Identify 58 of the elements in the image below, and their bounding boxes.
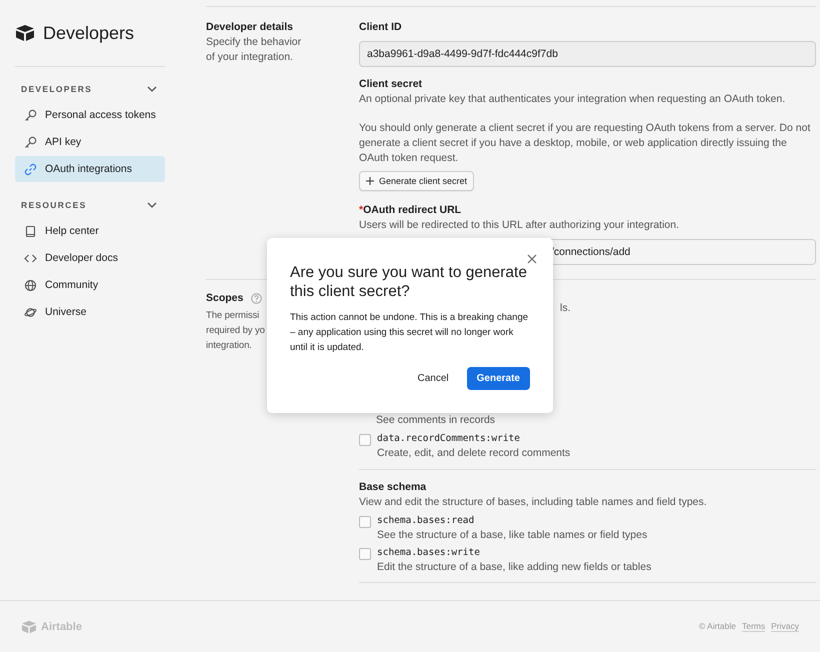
section-description: ls.: [559, 301, 572, 316]
logo-icon: [15, 24, 35, 42]
planet-icon: [24, 306, 37, 318]
book-icon: [24, 224, 37, 238]
sidebar-item[interactable]: Universe: [15, 299, 165, 325]
copyright-text: © Airtable: [699, 621, 736, 632]
scope-description: See the structure of a base, like table names or field types: [377, 528, 648, 542]
section-description: required by yo: [206, 325, 265, 336]
scope-name: schema.bases:write: [377, 546, 481, 560]
globe-icon: [24, 278, 37, 292]
section-heading: DEVELOPERS: [21, 84, 92, 94]
sidebar-title: Developers: [43, 22, 134, 44]
checkbox[interactable]: [359, 548, 371, 560]
sidebar-item[interactable]: Community: [15, 272, 165, 298]
section-heading: RESOURCES: [21, 200, 87, 210]
section-description: integration.: [206, 340, 252, 351]
section-description: The permissi: [206, 310, 260, 321]
sidebar-item[interactable]: Help center: [15, 218, 165, 244]
footer-logo-text: Airtable: [41, 620, 82, 632]
scope-description: See comments in records: [375, 413, 496, 428]
scope-name: data.recordComments:write: [377, 432, 521, 446]
key-icon: [24, 136, 37, 148]
field-label: Client ID: [359, 20, 403, 35]
generate-secret-button[interactable]: Generate client secret: [359, 171, 474, 191]
generate-button[interactable]: Generate: [466, 367, 530, 390]
field-note: You should only generate a client secret if you are requesting OAuth tokens from a server. Do not generate a client secret if you have a desktop, mobile, or web application directly issuing the OAuth token request.: [359, 121, 812, 166]
code-icon: [24, 252, 37, 264]
required-asterisk: *: [359, 203, 364, 218]
group-description: View and edit the structure of bases, including table names and field types.: [359, 495, 708, 510]
sidebar-item[interactable]: OAuth integrations: [15, 156, 165, 182]
dialog-message: This action cannot be undone. This is a breaking change – any application using this secret will no longer work until it is updated.: [290, 311, 530, 355]
sidebar-item[interactable]: Personal access tokens: [15, 102, 165, 128]
chevron-icon[interactable]: [147, 202, 157, 208]
field-description: Users will be redirected to this URL after authorizing your integration.: [359, 218, 680, 233]
key-icon: [24, 108, 37, 122]
section-heading: Developer details: [206, 20, 294, 35]
close-icon[interactable]: [527, 254, 537, 264]
field-description: An optional private key that authenticates your integration when requesting an OAuth token.: [359, 92, 786, 107]
client-id-field[interactable]: a3ba9961-d9a8-4499-9d7f-fdc444c9f7db: [359, 41, 816, 67]
sidebar-item[interactable]: API key: [15, 129, 165, 155]
scope-name: schema.bases:read: [377, 514, 476, 528]
section-description: Specify the behavior of your integration.: [206, 35, 302, 65]
group-heading: Base schema: [359, 480, 428, 495]
scope-description: Edit the structure of a base, like adding new fields or tables: [377, 560, 652, 574]
section-heading: Scopes: [206, 291, 244, 306]
scope-description: Create, edit, and delete record comments: [377, 446, 570, 460]
sidebar-item[interactable]: Developer docs: [15, 245, 165, 271]
field-label: Client secret: [359, 77, 424, 92]
link-icon: [24, 162, 37, 176]
checkbox[interactable]: [359, 434, 371, 446]
dialog-title: Are you sure you want to generate this client secret?: [290, 263, 528, 301]
checkbox[interactable]: [359, 516, 371, 528]
logo-icon: [21, 620, 37, 634]
plus-icon: [366, 177, 374, 185]
chevron-icon[interactable]: [147, 86, 157, 92]
help-icon[interactable]: [251, 293, 262, 304]
field-label: OAuth redirect URL: [363, 203, 462, 218]
cancel-button[interactable]: Cancel: [410, 367, 457, 390]
